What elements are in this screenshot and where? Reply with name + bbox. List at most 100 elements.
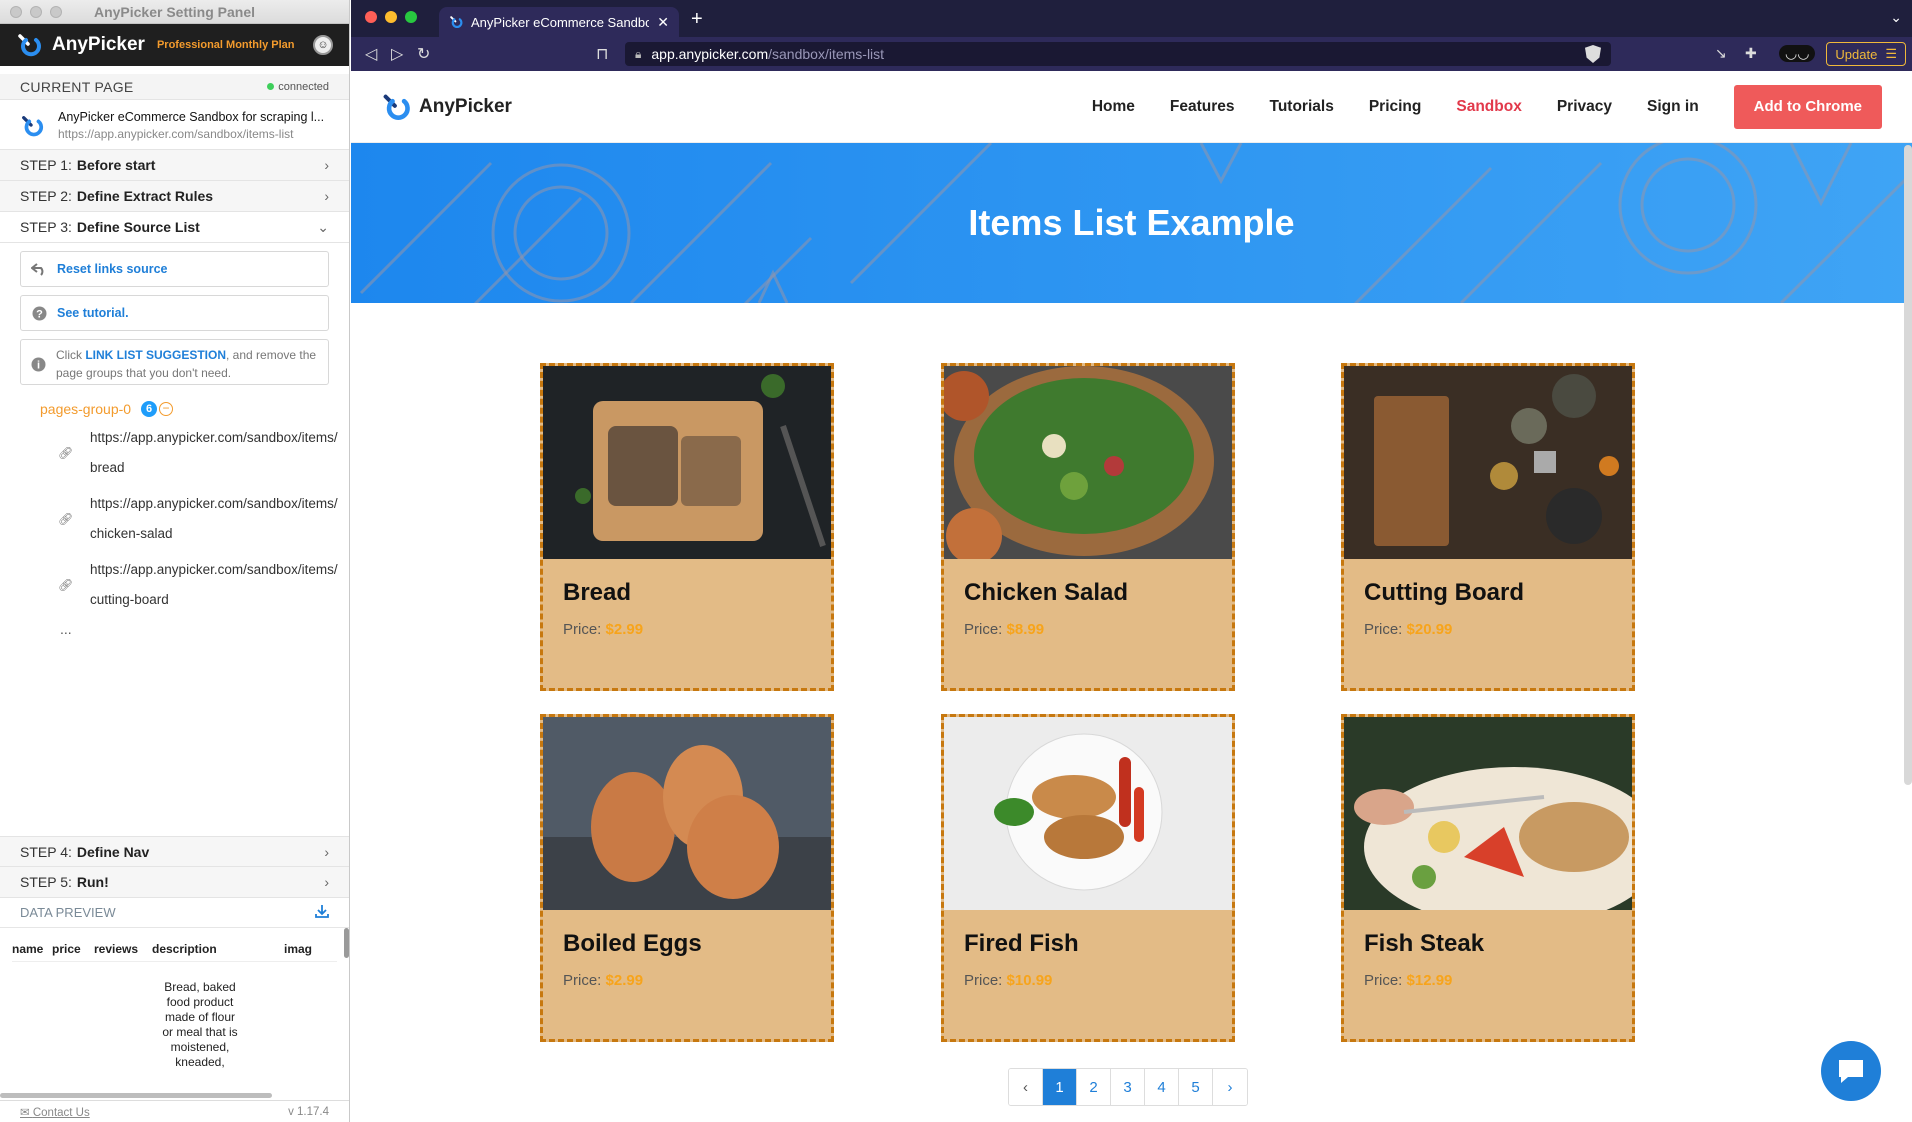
page-5[interactable]: 5 bbox=[1179, 1069, 1213, 1105]
close-window-button[interactable] bbox=[365, 11, 377, 23]
page-scrollbar[interactable] bbox=[1904, 145, 1912, 785]
see-tutorial-link[interactable]: ? See tutorial. bbox=[20, 295, 329, 331]
boiled-eggs-image[interactable] bbox=[543, 717, 831, 910]
remove-group-icon[interactable]: − bbox=[159, 402, 174, 416]
column-header: description bbox=[152, 942, 217, 956]
browser-tabbar: AnyPicker eCommerce Sandbox ✕ + ⌄ bbox=[351, 0, 1912, 37]
close-tab-icon[interactable]: ✕ bbox=[657, 14, 669, 31]
price-value: $2.99 bbox=[605, 972, 644, 989]
product-name[interactable]: Bread bbox=[543, 559, 831, 607]
step-3[interactable]: STEP 3: Define Source List ⌄ bbox=[0, 212, 349, 243]
anypicker-setting-panel: AnyPicker Setting Panel AnyPicker Profes… bbox=[0, 0, 350, 1122]
price-value: $10.99 bbox=[1006, 972, 1053, 989]
preview-vertical-scrollbar[interactable] bbox=[344, 928, 349, 958]
forward-icon[interactable]: ▷ bbox=[391, 44, 403, 64]
panel-header: AnyPicker Professional Monthly Plan ☺ bbox=[0, 24, 349, 66]
product-price: Price: $8.99 bbox=[944, 607, 1232, 638]
anypicker-extension-icon[interactable]: ↘ bbox=[1715, 45, 1727, 62]
add-to-chrome-button[interactable]: Add to Chrome bbox=[1733, 84, 1882, 129]
list-item[interactable]: 🔗︎ https://app.anypicker.com/sandbox/item… bbox=[0, 489, 349, 549]
product-name[interactable]: Boiled Eggs bbox=[543, 910, 831, 958]
step-2[interactable]: STEP 2: Define Extract Rules › bbox=[0, 181, 349, 212]
nav-privacy[interactable]: Privacy bbox=[1557, 98, 1612, 116]
new-tab-icon[interactable]: + bbox=[691, 8, 703, 31]
list-item[interactable]: 🔗︎ https://app.anypicker.com/sandbox/item… bbox=[0, 423, 349, 483]
plan-label[interactable]: Professional Monthly Plan bbox=[157, 39, 295, 51]
menu-icon: ☰ bbox=[1885, 46, 1897, 61]
update-button[interactable]: Update ☰ bbox=[1826, 42, 1906, 66]
download-icon[interactable] bbox=[315, 904, 329, 921]
product-card[interactable]: Bread Price: $2.99 bbox=[540, 363, 834, 691]
prev-page-icon[interactable]: ‹ bbox=[1009, 1069, 1043, 1105]
page-4[interactable]: 4 bbox=[1145, 1069, 1179, 1105]
price-value: $8.99 bbox=[1006, 621, 1045, 638]
data-preview-header: DATA PREVIEW bbox=[0, 898, 349, 928]
list-item[interactable]: 🔗︎ https://app.anypicker.com/sandbox/item… bbox=[0, 555, 349, 615]
connection-text: connected bbox=[278, 80, 329, 93]
site-logo[interactable]: AnyPicker bbox=[381, 92, 512, 122]
nav-features[interactable]: Features bbox=[1170, 98, 1235, 116]
product-card[interactable]: Boiled Eggs Price: $2.99 bbox=[540, 714, 834, 1042]
current-page-header: CURRENT PAGE connected bbox=[0, 74, 349, 100]
fish-steak-image[interactable] bbox=[1344, 717, 1632, 910]
minimize-window-button[interactable] bbox=[385, 11, 397, 23]
bread-image[interactable] bbox=[543, 366, 831, 559]
product-name[interactable]: Fish Steak bbox=[1344, 910, 1632, 958]
puzzle-icon[interactable]: ✚ bbox=[1745, 45, 1757, 62]
nav-sandbox[interactable]: Sandbox bbox=[1456, 98, 1521, 116]
contact-us-link[interactable]: ✉ Contact Us bbox=[20, 1105, 90, 1119]
product-card[interactable]: Chicken Salad Price: $8.99 bbox=[941, 363, 1235, 691]
nav-home[interactable]: Home bbox=[1092, 98, 1135, 116]
cutting-board-image[interactable] bbox=[1344, 366, 1632, 559]
anypicker-favicon-icon bbox=[450, 16, 463, 28]
address-bar[interactable]: 🔒︎ app.anypicker.com/sandbox/items-list bbox=[625, 42, 1611, 66]
pages-group[interactable]: pages-group-0 6 − bbox=[0, 401, 349, 417]
anypicker-favicon-icon bbox=[22, 115, 44, 136]
page-1[interactable]: 1 bbox=[1043, 1069, 1077, 1105]
page-2[interactable]: 2 bbox=[1077, 1069, 1111, 1105]
product-card[interactable]: Cutting Board Price: $20.99 bbox=[1341, 363, 1635, 691]
next-page-icon[interactable]: › bbox=[1213, 1069, 1247, 1105]
browser-window: AnyPicker eCommerce Sandbox ✕ + ⌄ ◁ ▷ ↻ … bbox=[351, 0, 1912, 1122]
zoom-window-button[interactable] bbox=[405, 11, 417, 23]
step-5[interactable]: STEP 5: Run! › bbox=[0, 867, 349, 898]
step-number: STEP 3: bbox=[20, 219, 72, 235]
browser-tab[interactable]: AnyPicker eCommerce Sandbox ✕ bbox=[439, 7, 679, 37]
reset-links-button[interactable]: Reset links source bbox=[20, 251, 329, 287]
product-name[interactable]: Cutting Board bbox=[1344, 559, 1632, 607]
product-name[interactable]: Fired Fish bbox=[944, 910, 1232, 958]
product-price: Price: $2.99 bbox=[543, 607, 831, 638]
profile-icon[interactable]: ◡◡ bbox=[1779, 45, 1816, 62]
nav-tutorials[interactable]: Tutorials bbox=[1270, 98, 1334, 116]
minimize-window-button[interactable] bbox=[30, 5, 42, 18]
page-3[interactable]: 3 bbox=[1111, 1069, 1145, 1105]
product-name[interactable]: Chicken Salad bbox=[944, 559, 1232, 607]
reload-icon[interactable]: ↻ bbox=[417, 44, 430, 64]
chat-icon[interactable] bbox=[1821, 1041, 1881, 1101]
panel-brand: AnyPicker bbox=[52, 34, 145, 55]
step-number: STEP 2: bbox=[20, 188, 72, 204]
step-title: Define Source List bbox=[76, 219, 200, 235]
pagination: ‹ 1 2 3 4 5 › bbox=[1008, 1068, 1248, 1106]
price-label: Price: bbox=[563, 621, 602, 638]
back-icon[interactable]: ◁ bbox=[365, 44, 377, 64]
user-avatar[interactable]: ☺ bbox=[313, 35, 333, 55]
step-4[interactable]: STEP 4: Define Nav › bbox=[0, 836, 349, 867]
step-title: Define Nav bbox=[76, 843, 150, 860]
link-list-suggestion-link[interactable]: LINK LIST SUGGESTION bbox=[85, 348, 226, 362]
step-1[interactable]: STEP 1: Before start › bbox=[0, 150, 349, 181]
bookmark-icon[interactable]: ⊓ bbox=[596, 44, 608, 64]
product-card[interactable]: Fish Steak Price: $12.99 bbox=[1341, 714, 1635, 1042]
preview-horizontal-scrollbar[interactable] bbox=[0, 1093, 272, 1098]
nav-pricing[interactable]: Pricing bbox=[1369, 98, 1422, 116]
fired-fish-image[interactable] bbox=[944, 717, 1232, 910]
connection-status: connected bbox=[267, 81, 329, 93]
chevron-down-icon[interactable]: ⌄ bbox=[1890, 9, 1902, 26]
product-card[interactable]: Fired Fish Price: $10.99 bbox=[941, 714, 1235, 1042]
nav-sign-in[interactable]: Sign in bbox=[1647, 98, 1699, 116]
close-window-button[interactable] bbox=[10, 5, 22, 18]
brave-shield-icon[interactable] bbox=[1585, 45, 1601, 63]
chicken-salad-image[interactable] bbox=[944, 366, 1232, 559]
zoom-window-button[interactable] bbox=[50, 5, 62, 18]
product-price: Price: $10.99 bbox=[944, 958, 1232, 989]
